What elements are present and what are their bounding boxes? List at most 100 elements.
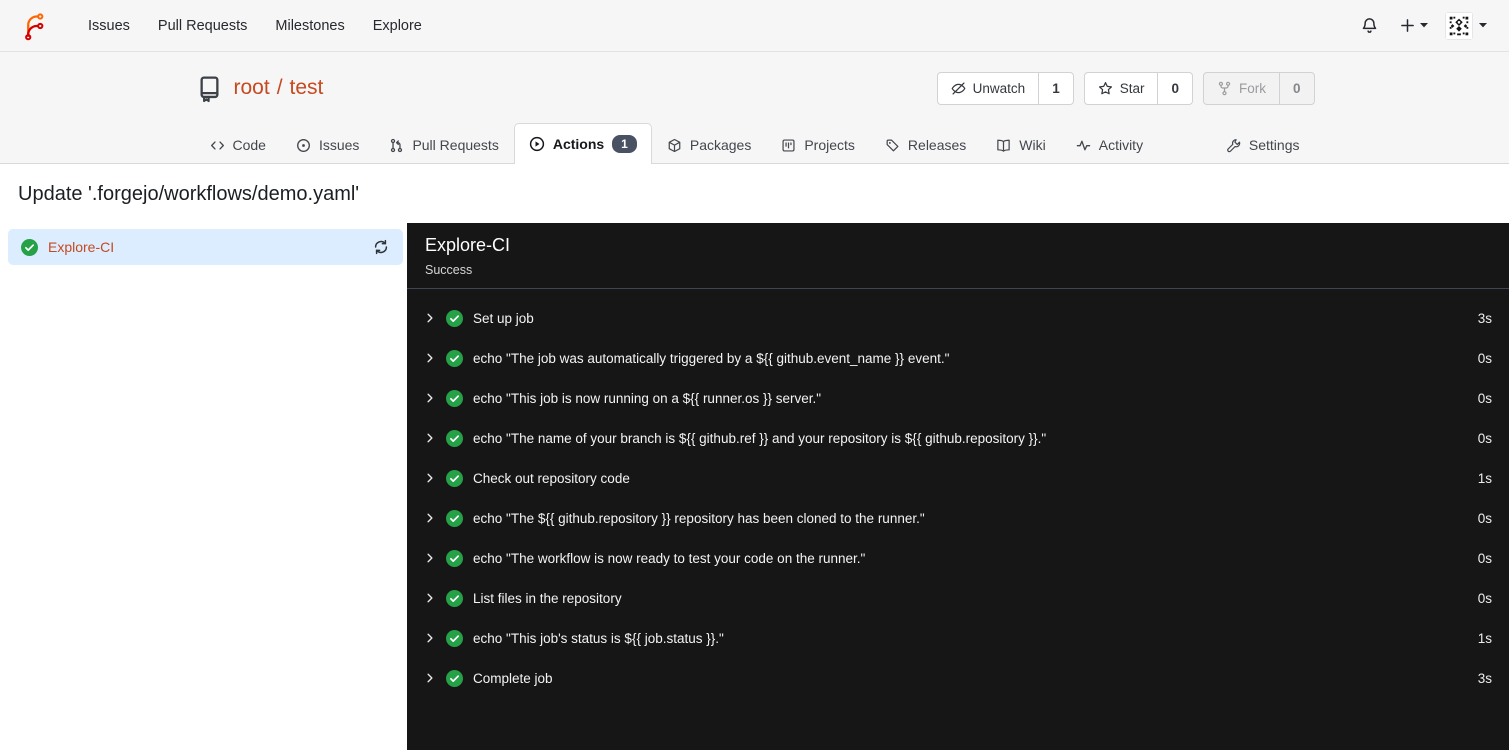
- step-name: echo "The job was automatically triggere…: [473, 350, 950, 366]
- sync-icon: [374, 239, 388, 255]
- book-open-icon: [997, 139, 1011, 152]
- tab-projects[interactable]: Projects: [766, 125, 870, 164]
- step-row[interactable]: echo "The ${{ github.repository }} repos…: [407, 498, 1509, 538]
- step-name: echo "This job is now running on a ${{ r…: [473, 390, 822, 406]
- tab-code[interactable]: Code: [195, 125, 281, 164]
- step-name: Complete job: [473, 670, 553, 686]
- step-row[interactable]: echo "The name of your branch is ${{ git…: [407, 418, 1509, 458]
- star-count[interactable]: 0: [1157, 72, 1192, 104]
- job-log-panel: Explore-CI Success Set up job 3s echo "T…: [407, 223, 1509, 750]
- nav-milestones[interactable]: Milestones: [261, 9, 358, 43]
- tab-actions[interactable]: Actions 1: [513, 123, 652, 164]
- tab-wiki[interactable]: Wiki: [981, 125, 1060, 164]
- notifications-button[interactable]: [1350, 11, 1389, 40]
- step-name: Check out repository code: [473, 470, 630, 486]
- caret-down-icon: [1479, 23, 1487, 28]
- step-duration: 0s: [1477, 390, 1492, 406]
- repo-separator: /: [276, 76, 283, 99]
- step-duration: 0s: [1477, 550, 1492, 566]
- star-label: Star: [1119, 80, 1145, 96]
- actions-count-badge: 1: [612, 135, 637, 153]
- play-circle-icon: [529, 136, 544, 152]
- rerun-job-button[interactable]: [372, 238, 390, 256]
- panel-job-title: Explore-CI: [425, 235, 511, 255]
- step-row[interactable]: echo "This job's status is ${{ job.statu…: [407, 618, 1509, 658]
- step-row[interactable]: Check out repository code 1s: [407, 458, 1509, 498]
- repo-title-row: root / test Unwatch 1 Star 0 Fork 0: [195, 68, 1315, 108]
- check-circle-icon: [446, 389, 463, 407]
- repo-name-link[interactable]: test: [290, 76, 324, 100]
- tab-releases[interactable]: Releases: [870, 125, 981, 164]
- plus-icon: [1401, 19, 1414, 32]
- chevron-right-icon: [427, 673, 433, 683]
- step-duration: 1s: [1477, 630, 1492, 646]
- check-circle-icon: [446, 669, 463, 687]
- panel-job-status: Success: [425, 263, 473, 277]
- check-circle-icon: [446, 429, 463, 447]
- issue-icon: [297, 138, 310, 152]
- breadcrumb: root / test: [234, 76, 324, 100]
- top-navbar: Issues Pull Requests Milestones Explore: [0, 0, 1509, 52]
- chevron-right-icon: [427, 433, 433, 443]
- repo-owner-link[interactable]: root: [234, 76, 270, 100]
- nav-explore[interactable]: Explore: [359, 9, 436, 43]
- step-row[interactable]: echo "The job was automatically triggere…: [407, 338, 1509, 378]
- code-icon: [210, 140, 224, 150]
- step-row[interactable]: echo "The workflow is now ready to test …: [407, 538, 1509, 578]
- step-row[interactable]: List files in the repository 0s: [407, 578, 1509, 618]
- chevron-right-icon: [427, 313, 433, 323]
- star-button[interactable]: Star 0: [1083, 71, 1193, 105]
- step-list: Set up job 3s echo "The job was automati…: [407, 289, 1509, 698]
- nav-issues[interactable]: Issues: [74, 9, 144, 43]
- tag-icon: [886, 139, 899, 151]
- unwatch-label: Unwatch: [972, 80, 1026, 96]
- step-duration: 3s: [1477, 310, 1492, 326]
- step-duration: 0s: [1477, 350, 1492, 366]
- pulse-icon: [1076, 140, 1090, 150]
- nav-pull-requests[interactable]: Pull Requests: [144, 9, 261, 43]
- tab-pull-requests[interactable]: Pull Requests: [374, 125, 513, 164]
- watch-count[interactable]: 1: [1038, 72, 1073, 104]
- step-duration: 1s: [1477, 470, 1492, 486]
- chevron-right-icon: [427, 353, 433, 363]
- fork-button: Fork 0: [1202, 71, 1315, 105]
- check-circle-icon: [21, 238, 38, 256]
- user-menu[interactable]: [1439, 8, 1493, 44]
- step-duration: 0s: [1477, 430, 1492, 446]
- step-row[interactable]: echo "This job is now running on a ${{ r…: [407, 378, 1509, 418]
- pull-request-icon: [391, 138, 403, 152]
- panel-header: Explore-CI Success: [407, 223, 1509, 289]
- project-icon: [782, 138, 795, 152]
- step-name: Set up job: [473, 310, 534, 326]
- step-name: echo "The workflow is now ready to test …: [473, 550, 866, 566]
- chevron-right-icon: [427, 553, 433, 563]
- tab-settings[interactable]: Settings: [1211, 125, 1315, 164]
- chevron-right-icon: [427, 513, 433, 523]
- repo-action-buttons: Unwatch 1 Star 0 Fork 0: [936, 71, 1315, 105]
- fork-label: Fork: [1238, 80, 1266, 96]
- tab-activity[interactable]: Activity: [1061, 125, 1158, 164]
- step-name: List files in the repository: [473, 590, 622, 606]
- tab-issues[interactable]: Issues: [281, 125, 374, 164]
- check-circle-icon: [446, 629, 463, 647]
- check-circle-icon: [446, 349, 463, 367]
- caret-down-icon: [1420, 23, 1428, 28]
- forgejo-logo[interactable]: [20, 11, 50, 41]
- step-name: echo "This job's status is ${{ job.statu…: [473, 630, 724, 646]
- repo-book-icon: [195, 74, 224, 103]
- step-row[interactable]: Set up job 3s: [407, 298, 1509, 338]
- unwatch-button[interactable]: Unwatch 1: [936, 71, 1074, 105]
- create-new-button[interactable]: [1389, 12, 1439, 39]
- step-row[interactable]: Complete job 3s: [407, 658, 1509, 698]
- step-duration: 3s: [1477, 670, 1492, 686]
- bell-icon: [1362, 18, 1377, 33]
- step-duration: 0s: [1477, 590, 1492, 606]
- avatar: [1445, 11, 1473, 40]
- tab-packages[interactable]: Packages: [652, 125, 766, 164]
- repo-tab-bar: Code Issues Pull Requests Actions 1 Pack…: [195, 122, 1315, 164]
- chevron-right-icon: [427, 593, 433, 603]
- page-title: Update '.forgejo/workflows/demo.yaml': [18, 183, 360, 205]
- step-name: echo "The ${{ github.repository }} repos…: [473, 510, 925, 526]
- job-item-explore-ci[interactable]: Explore-CI: [8, 229, 403, 265]
- fork-icon: [1218, 81, 1231, 95]
